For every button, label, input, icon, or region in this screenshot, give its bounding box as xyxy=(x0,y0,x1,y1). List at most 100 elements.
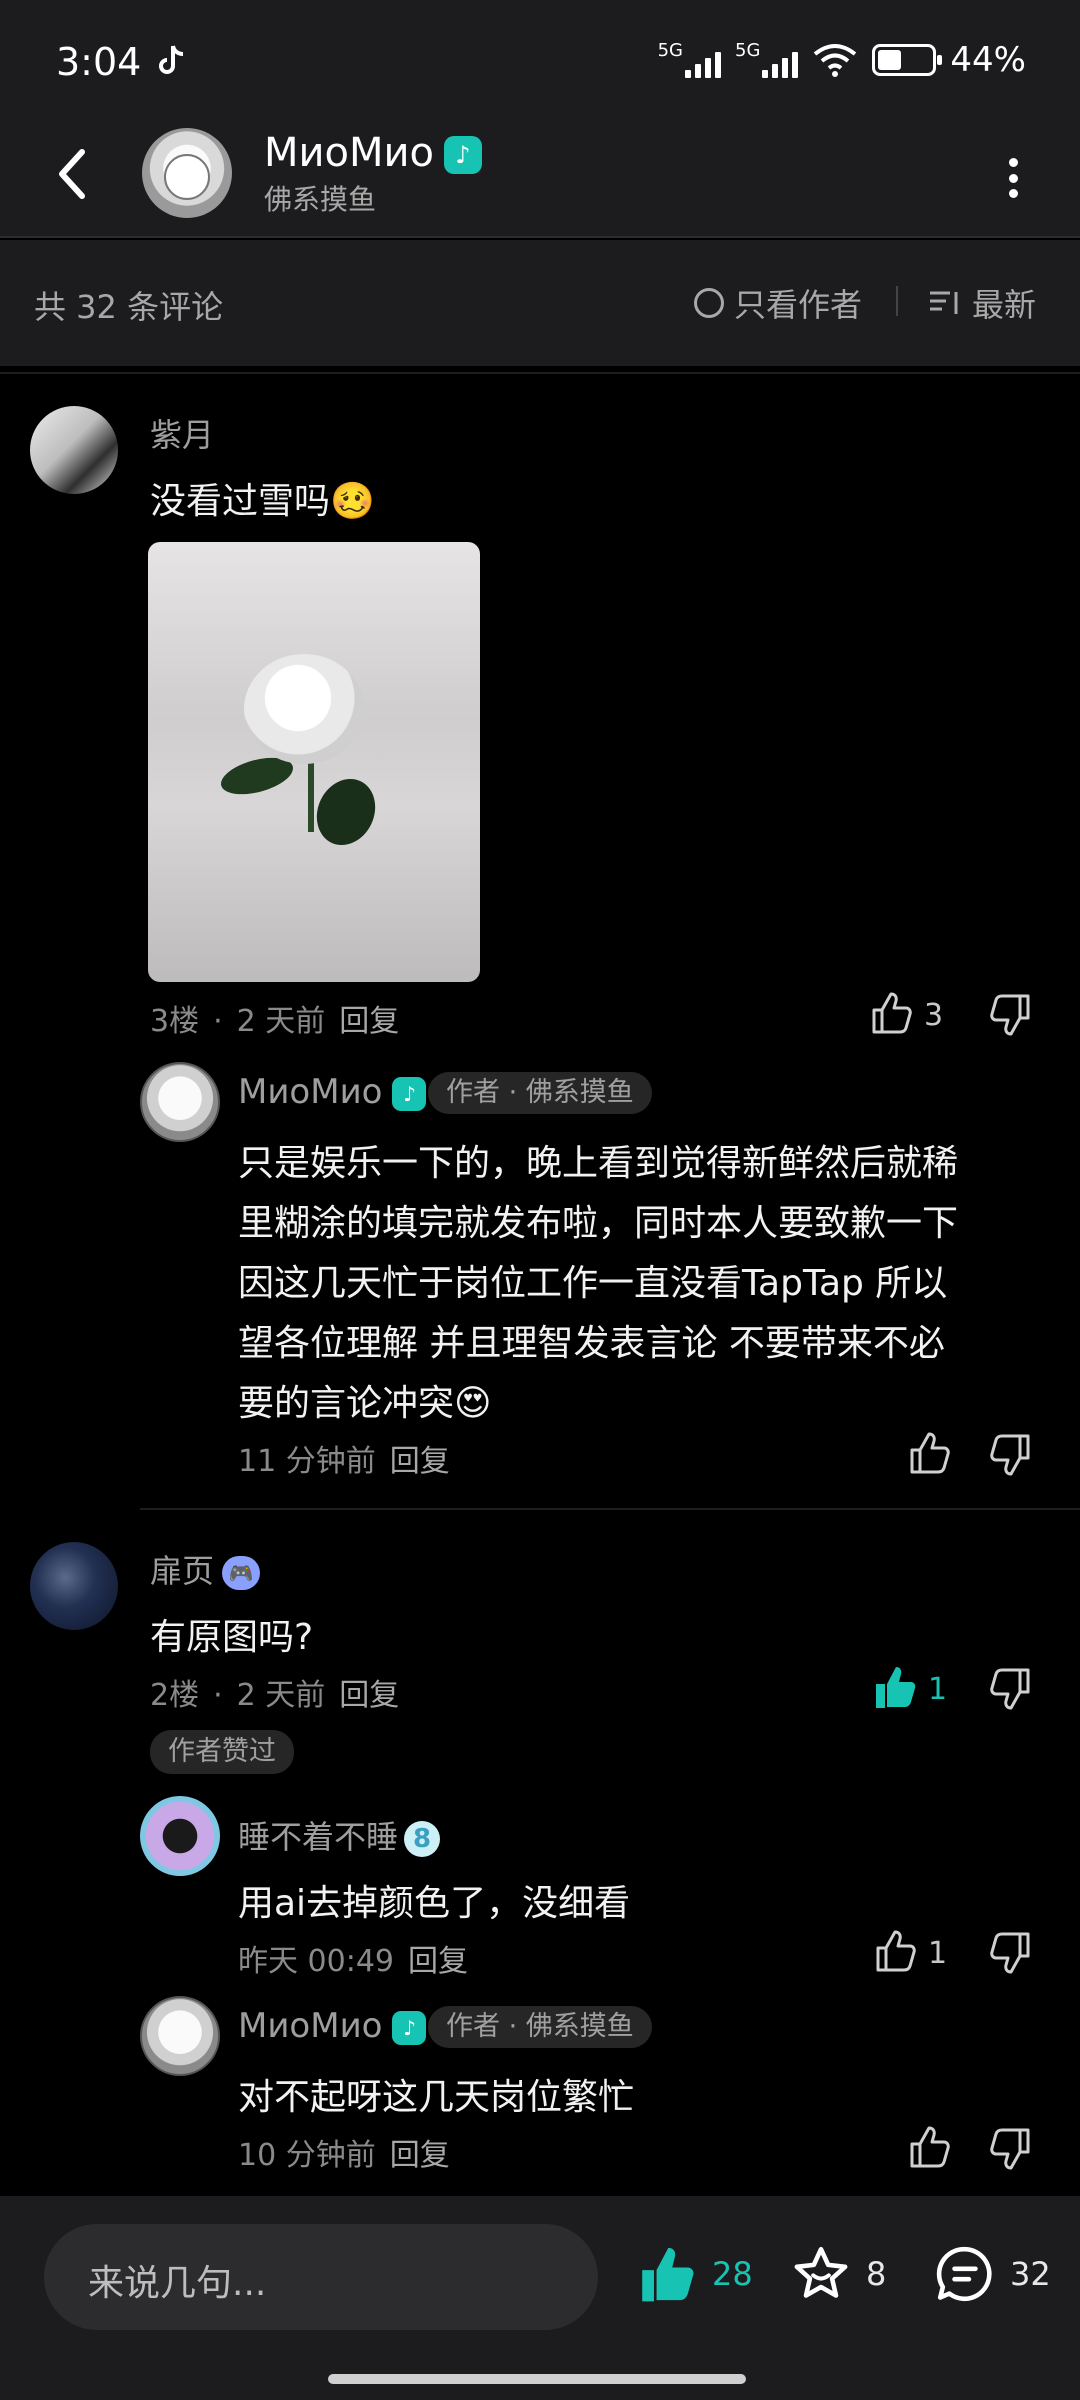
gamepad-badge-icon xyxy=(222,1556,261,1590)
like-count: 3 xyxy=(924,998,944,1033)
thumbs-up-icon[interactable] xyxy=(868,990,914,1036)
author-tag: 作者 · 佛系摸鱼 xyxy=(428,1072,652,1114)
reply-author-name[interactable]: 睡不着不睡 8 xyxy=(238,1812,441,1858)
comment-input-placeholder: 来说几句... xyxy=(88,2263,267,2304)
reply-time: 昨天 00:49 xyxy=(238,1944,394,1979)
like-count: 1 xyxy=(928,1936,948,1971)
meta-dot: · xyxy=(213,1004,223,1039)
battery-percent: 44% xyxy=(950,40,1026,80)
reply-text-line: 因这几天忙于岗位工作一直没看TapTap 所以 xyxy=(238,1263,948,1304)
meta-dot: · xyxy=(213,1678,223,1713)
like-post-button[interactable]: 28 xyxy=(636,2244,753,2304)
divider xyxy=(0,372,1080,374)
author-name[interactable]: MиoMиo xyxy=(264,130,482,176)
reply-text-line: 望各位理解 并且理智发表言论 不要带来不必 xyxy=(238,1323,945,1364)
thumbs-up-icon[interactable] xyxy=(906,1430,952,1476)
status-indicators: 5G 5G 44% xyxy=(658,40,1026,80)
network-type-label: 5G xyxy=(735,40,761,61)
floor-number: 3楼 xyxy=(150,1004,200,1039)
comment-time: 2 天前 xyxy=(236,1678,326,1713)
reply-link[interactable]: 回复 xyxy=(408,1944,468,1979)
reply-time: 10 分钟前 xyxy=(238,2138,376,2173)
comment-image[interactable] xyxy=(148,542,480,982)
more-options-icon[interactable] xyxy=(1006,158,1020,198)
commenter-name-text: 扉页 xyxy=(150,1552,215,1590)
thumbs-down-icon[interactable] xyxy=(988,1666,1034,1712)
author-tag: 作者 · 佛系摸鱼 xyxy=(428,2006,652,2048)
tiktok-icon xyxy=(159,45,184,74)
reply-text: 对不起呀这几天岗位繁忙 xyxy=(238,2077,635,2118)
floor-number: 2楼 xyxy=(150,1678,200,1713)
reply-link[interactable]: 回复 xyxy=(339,1678,399,1713)
verified-badge-icon xyxy=(392,1076,427,1111)
thumbs-down-icon[interactable] xyxy=(988,992,1034,1038)
star-icon xyxy=(794,2246,848,2298)
reply-author-name-text: MиoMиo xyxy=(238,2006,383,2046)
comment-input[interactable]: 来说几句... xyxy=(44,2224,598,2330)
reply-link[interactable]: 回复 xyxy=(390,2138,450,2173)
reply-text: 用ai去掉颜色了，没细看 xyxy=(238,1883,631,1924)
author-liked-tag: 作者赞过 xyxy=(150,1730,294,1774)
sort-label: 最新 xyxy=(972,286,1037,324)
comment-meta: 3楼 · 2 天前 回复 xyxy=(150,996,413,1040)
reply-link[interactable]: 回复 xyxy=(390,1444,450,1479)
favorite-button[interactable]: 8 xyxy=(790,2244,886,2304)
level-badge: 8 xyxy=(404,1821,441,1857)
reply-meta: 昨天 00:49 回复 xyxy=(238,1936,482,1980)
comment-time: 2 天前 xyxy=(236,1004,326,1039)
battery-icon xyxy=(872,44,943,76)
comment-meta: 2楼 · 2 天前 回复 xyxy=(150,1670,413,1714)
post-like-count: 28 xyxy=(712,2255,753,2293)
reply-text-line: 里糊涂的填完就发布啦，同时本人要致歉一下 xyxy=(238,1203,959,1244)
reply-time: 11 分钟前 xyxy=(238,1444,376,1479)
bottom-action-bar: 来说几句... 28 8 32 xyxy=(0,2196,1080,2400)
sort-toggle[interactable]: 最新 xyxy=(928,280,1036,326)
reply-author-name-text: 睡不着不睡 xyxy=(238,1818,399,1856)
reply-author-name[interactable]: MиoMиo xyxy=(238,1072,427,1112)
signal-bars-icon xyxy=(762,48,799,78)
comment-count-bottom: 32 xyxy=(1010,2255,1051,2293)
toolbar-divider xyxy=(896,286,898,316)
comment-count: 共 32 条评论 xyxy=(34,288,224,326)
author-only-label: 只看作者 xyxy=(734,286,863,324)
author-subtitle: 佛系摸鱼 xyxy=(264,183,377,216)
commenter-avatar[interactable] xyxy=(30,1542,118,1630)
reply-avatar[interactable] xyxy=(140,1796,220,1876)
commenter-name[interactable]: 扉页 xyxy=(150,1546,261,1592)
thumbs-up-filled-icon[interactable] xyxy=(872,1664,918,1710)
divider xyxy=(140,1508,1080,1510)
thumbs-up-icon[interactable] xyxy=(872,1928,918,1974)
reply-text-line: 要的言论冲突😍 xyxy=(238,1383,492,1424)
status-bar: 3:04 5G 5G 44% xyxy=(0,0,1080,120)
wifi-icon xyxy=(814,44,857,77)
commenter-avatar[interactable] xyxy=(30,406,118,494)
network-type-label: 5G xyxy=(657,40,684,61)
reply-link[interactable]: 回复 xyxy=(339,1004,399,1039)
thumbs-down-icon[interactable] xyxy=(988,1930,1034,1976)
comment-bubble-icon xyxy=(936,2246,992,2302)
commenter-name[interactable]: 紫月 xyxy=(150,410,214,456)
comments-button[interactable]: 32 xyxy=(934,2244,1051,2304)
author-reply-avatar[interactable] xyxy=(140,1062,220,1142)
author-avatar[interactable] xyxy=(142,128,232,218)
post-header: MиoMиo 佛系摸鱼 xyxy=(0,120,1080,238)
author-only-toggle[interactable]: 只看作者 xyxy=(694,280,862,326)
comment-text: 没看过雪吗🥴 xyxy=(150,481,375,522)
favorite-count: 8 xyxy=(866,2255,887,2293)
thumbs-down-icon[interactable] xyxy=(988,1432,1034,1478)
comment-text: 有原图吗? xyxy=(150,1617,314,1658)
thumbs-down-icon[interactable] xyxy=(988,2126,1034,2172)
thumbs-up-icon[interactable] xyxy=(906,2124,952,2170)
back-arrow-icon[interactable] xyxy=(52,144,92,204)
author-reply-avatar[interactable] xyxy=(140,1996,220,2076)
reply-meta: 11 分钟前 回复 xyxy=(238,1436,464,1480)
reply-author-name-text: MиoMиo xyxy=(238,1072,383,1112)
battery-level xyxy=(878,50,902,70)
verified-badge-icon xyxy=(392,2010,427,2045)
signal-bars-icon xyxy=(685,48,722,78)
home-indicator[interactable] xyxy=(328,2374,746,2384)
reply-author-name[interactable]: MиoMиo xyxy=(238,2006,427,2046)
verified-badge-icon xyxy=(443,136,482,174)
thumbs-up-filled-icon xyxy=(642,2247,694,2302)
reply-meta: 10 分钟前 回复 xyxy=(238,2130,464,2174)
